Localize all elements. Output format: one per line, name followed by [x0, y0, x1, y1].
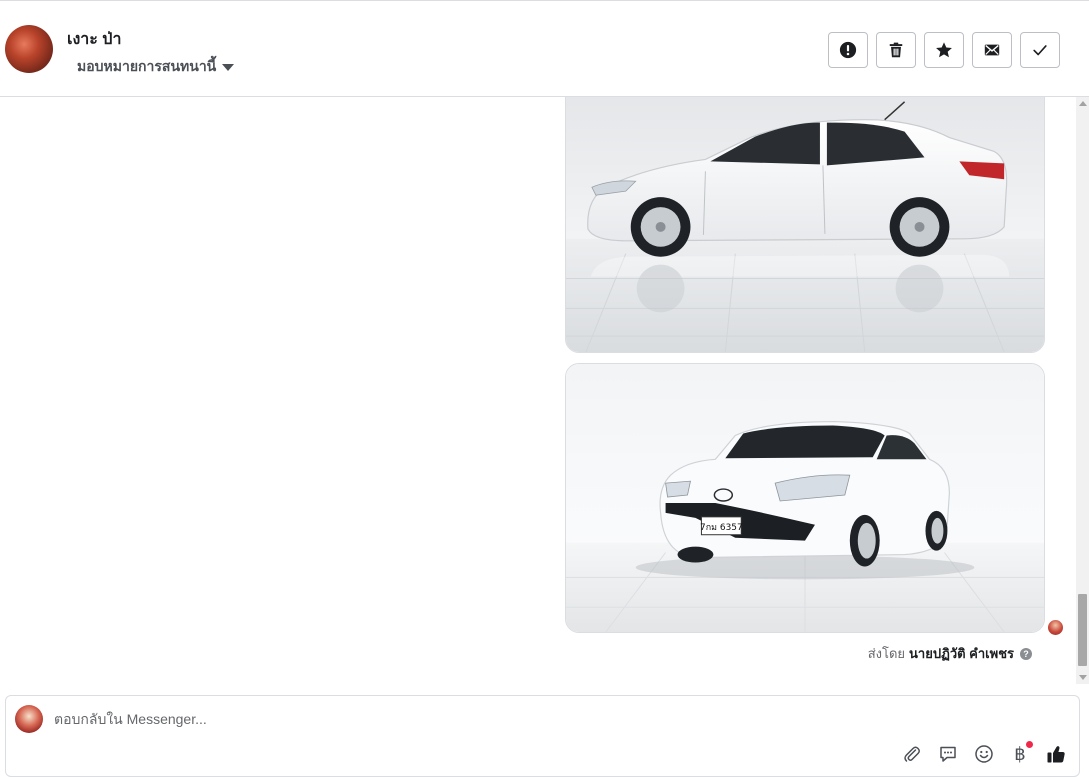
sent-by-line: ส่งโดย นายปฏิวัติ คำเพชร ?: [868, 643, 1032, 664]
report-button[interactable]: [828, 32, 868, 68]
like-button[interactable]: [1045, 743, 1067, 765]
inbox-conversation-view: เงาะ ป่า มอบหมายการสนทนานี้ 7กม 6357 ส่ง…: [0, 0, 1089, 777]
star-icon: [936, 42, 952, 58]
license-plate-text: 7กม 6357: [700, 523, 743, 533]
contact-name[interactable]: เงาะ ป่า: [67, 27, 121, 52]
contact-avatar[interactable]: [5, 25, 53, 73]
car-side-image: [566, 97, 1044, 352]
checkmark-icon: [1033, 45, 1047, 56]
composer-tools: ฿: [901, 741, 1067, 765]
delete-button[interactable]: [876, 32, 916, 68]
scroll-up-arrow-icon[interactable]: [1079, 101, 1087, 106]
saved-replies-button[interactable]: [937, 743, 959, 765]
conversation-header: เงาะ ป่า มอบหมายการสนทนานี้: [0, 0, 1089, 97]
car-front-image: 7กม 6357: [566, 364, 1044, 632]
payment-button[interactable]: ฿: [1009, 741, 1033, 765]
baht-icon: ฿: [1014, 743, 1026, 765]
saved-reply-icon: [940, 746, 956, 762]
star-button[interactable]: [924, 32, 964, 68]
conversation-actions: [828, 32, 1060, 68]
message-photo-front-view[interactable]: 7กม 6357: [565, 363, 1045, 633]
page-avatar: [15, 705, 43, 733]
message-photo-side-view[interactable]: [565, 97, 1045, 353]
reply-composer: ฿: [5, 695, 1080, 777]
reply-input[interactable]: [54, 711, 854, 727]
question-icon[interactable]: ?: [1020, 647, 1032, 660]
thread-scrollbar[interactable]: [1076, 97, 1089, 684]
assign-label: มอบหมายการสนทนานี้: [77, 58, 217, 74]
notification-dot: [1026, 741, 1033, 748]
exclamation-icon: [839, 41, 857, 59]
emoji-button[interactable]: [973, 743, 995, 765]
assign-conversation-dropdown[interactable]: มอบหมายการสนทนานี้: [77, 56, 235, 78]
mark-done-button[interactable]: [1020, 32, 1060, 68]
sent-by-agent-name[interactable]: นายปฏิวัติ คำเพชร: [909, 643, 1014, 664]
attach-file-button[interactable]: [901, 743, 923, 765]
scroll-thumb[interactable]: [1078, 594, 1087, 666]
sent-by-label: ส่งโดย: [867, 646, 906, 661]
paperclip-icon: [904, 746, 920, 762]
scroll-down-arrow-icon[interactable]: [1079, 675, 1087, 680]
trash-icon: [889, 42, 903, 58]
message-thread: 7กม 6357 ส่งโดย นายปฏิวัติ คำเพชร ?: [0, 97, 1076, 684]
thumbs-up-icon: [1047, 746, 1065, 763]
envelope-icon: [984, 44, 1000, 56]
emoji-icon: [975, 745, 993, 763]
mark-unread-button[interactable]: [972, 32, 1012, 68]
caret-down-icon: [222, 63, 235, 71]
seen-by-avatar: [1048, 620, 1063, 635]
